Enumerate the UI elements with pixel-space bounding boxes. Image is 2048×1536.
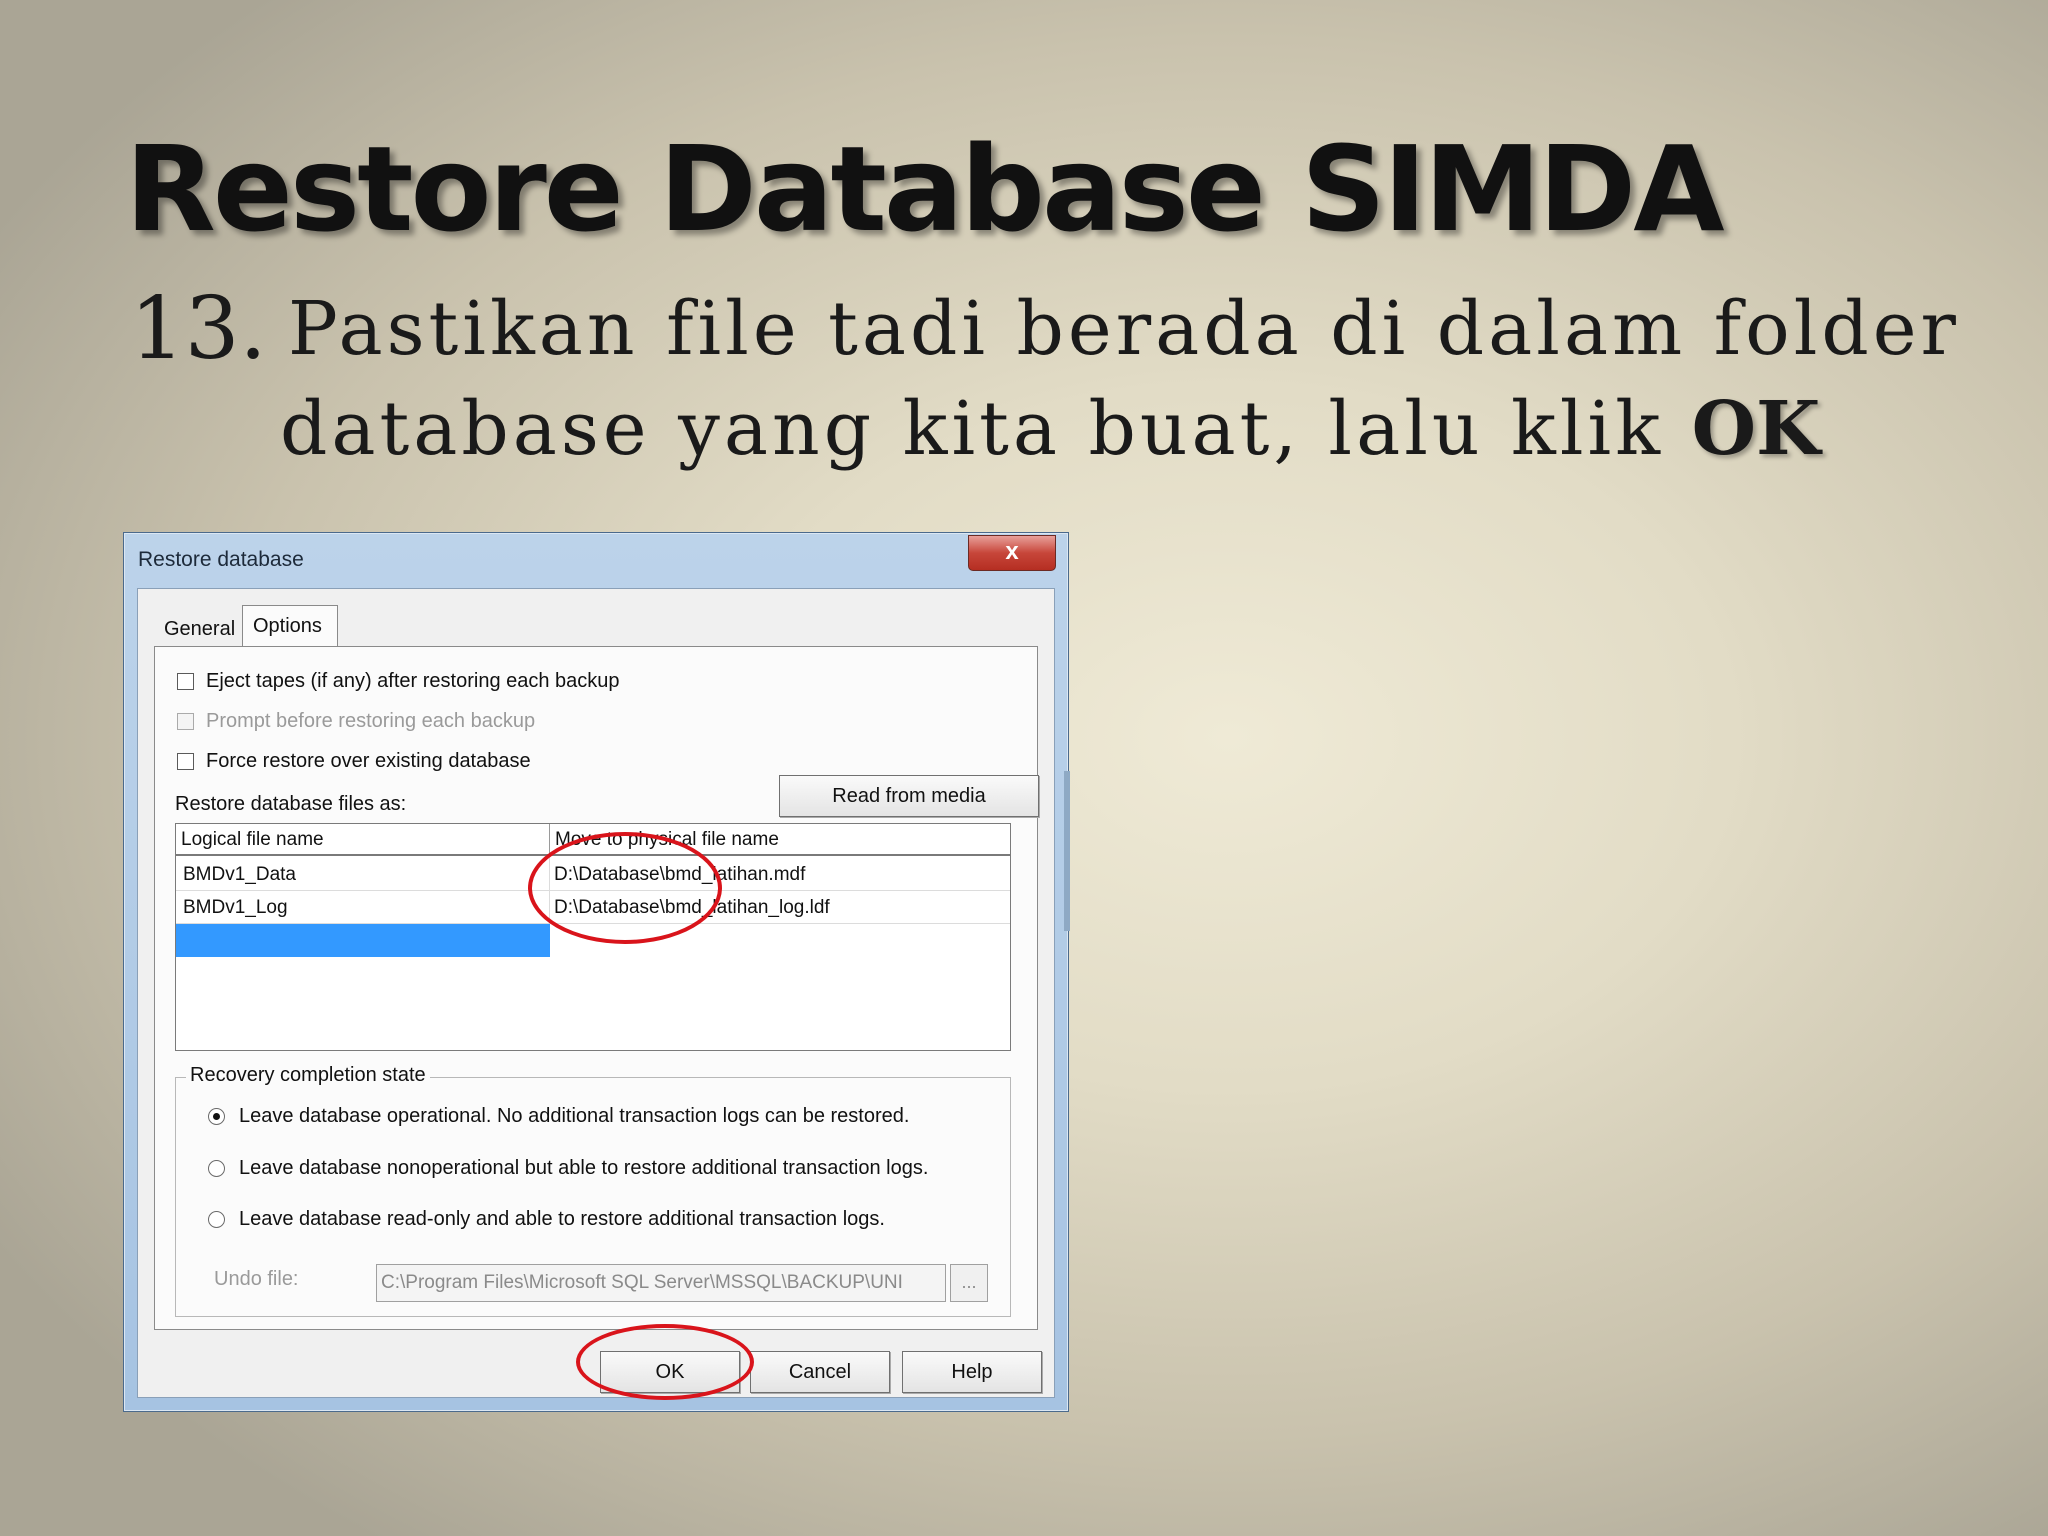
ok-button[interactable]: OK: [600, 1351, 740, 1393]
checkbox-box[interactable]: [177, 752, 194, 770]
options-tab-panel: Eject tapes (if any) after restoring eac…: [154, 646, 1039, 1330]
radio-button-selected[interactable]: [208, 1107, 225, 1125]
grid-cell-physical[interactable]: D:\Database\bmd_latihan.mdf: [550, 858, 1010, 891]
grid-cell-physical[interactable]: D:\Database\bmd_latihan_log.ldf: [550, 891, 1010, 924]
help-button[interactable]: Help: [902, 1351, 1042, 1393]
recovery-state-group: Recovery completion state Leave database…: [175, 1064, 1011, 1317]
slide-title: Restore Database SIMDA: [125, 120, 1725, 258]
close-button[interactable]: x: [968, 535, 1056, 571]
undo-file-input: C:\Program Files\Microsoft SQL Server\MS…: [376, 1264, 946, 1302]
radio-operational-label: Leave database operational. No additiona…: [239, 1104, 910, 1127]
read-from-media-button[interactable]: Read from media: [779, 775, 1039, 817]
radio-read-only[interactable]: Leave database read-only and able to res…: [208, 1205, 885, 1233]
radio-nonoperational-label: Leave database nonoperational but able t…: [239, 1156, 929, 1179]
radio-read-only-label: Leave database read-only and able to res…: [239, 1207, 885, 1230]
dialog-title: Restore database: [138, 548, 304, 571]
restore-files-label: Restore database files as:: [175, 793, 407, 815]
eject-tapes-checkbox[interactable]: Eject tapes (if any) after restoring eac…: [177, 667, 620, 695]
prompt-before-restore-checkbox: Prompt before restoring each backup: [177, 707, 535, 735]
cancel-button[interactable]: Cancel: [750, 1351, 890, 1393]
dialog-client-area: General Options Eject tapes (if any) aft…: [137, 588, 1055, 1398]
force-restore-checkbox[interactable]: Force restore over existing database: [177, 747, 531, 775]
close-icon: x: [1005, 538, 1019, 565]
grid-cell-logical[interactable]: BMDv1_Log: [176, 891, 550, 924]
checkbox-box[interactable]: [177, 672, 194, 690]
step-line-2-text: database yang kita buat, lalu klik: [280, 386, 1692, 472]
tab-general[interactable]: General: [154, 611, 242, 647]
checkbox-box: [177, 712, 194, 730]
undo-file-label: Undo file:: [214, 1268, 299, 1290]
step-line-2-bold: OK: [1691, 386, 1821, 472]
restore-files-grid[interactable]: Logical file name Move to physical file …: [175, 823, 1011, 1051]
radio-operational[interactable]: Leave database operational. No additiona…: [208, 1102, 909, 1130]
grid-cell-logical[interactable]: BMDv1_Data: [176, 858, 550, 891]
restore-database-dialog: Restore database x General Options Eject…: [123, 532, 1070, 1412]
column-header-physical[interactable]: Move to physical file name: [550, 824, 1010, 856]
column-header-logical[interactable]: Logical file name: [176, 824, 550, 856]
window-edge: [1064, 771, 1070, 931]
force-restore-label: Force restore over existing database: [206, 749, 531, 772]
radio-button[interactable]: [208, 1210, 225, 1228]
step-number: 13.: [130, 279, 267, 379]
eject-tapes-label: Eject tapes (if any) after restoring eac…: [206, 669, 620, 692]
step-line-2: database yang kita buat, lalu klik OK: [280, 378, 1820, 480]
dialog-titlebar[interactable]: Restore database x: [124, 533, 1068, 585]
recovery-group-title: Recovery completion state: [186, 1064, 430, 1087]
prompt-before-restore-label: Prompt before restoring each backup: [206, 709, 536, 732]
step-line-1: Pastikan file tadi berada di dalam folde…: [288, 286, 1960, 372]
selected-empty-row[interactable]: [176, 924, 550, 957]
tab-options[interactable]: Options: [242, 605, 338, 647]
undo-browse-button: ...: [950, 1264, 988, 1302]
radio-nonoperational[interactable]: Leave database nonoperational but able t…: [208, 1154, 928, 1182]
radio-button[interactable]: [208, 1159, 225, 1177]
